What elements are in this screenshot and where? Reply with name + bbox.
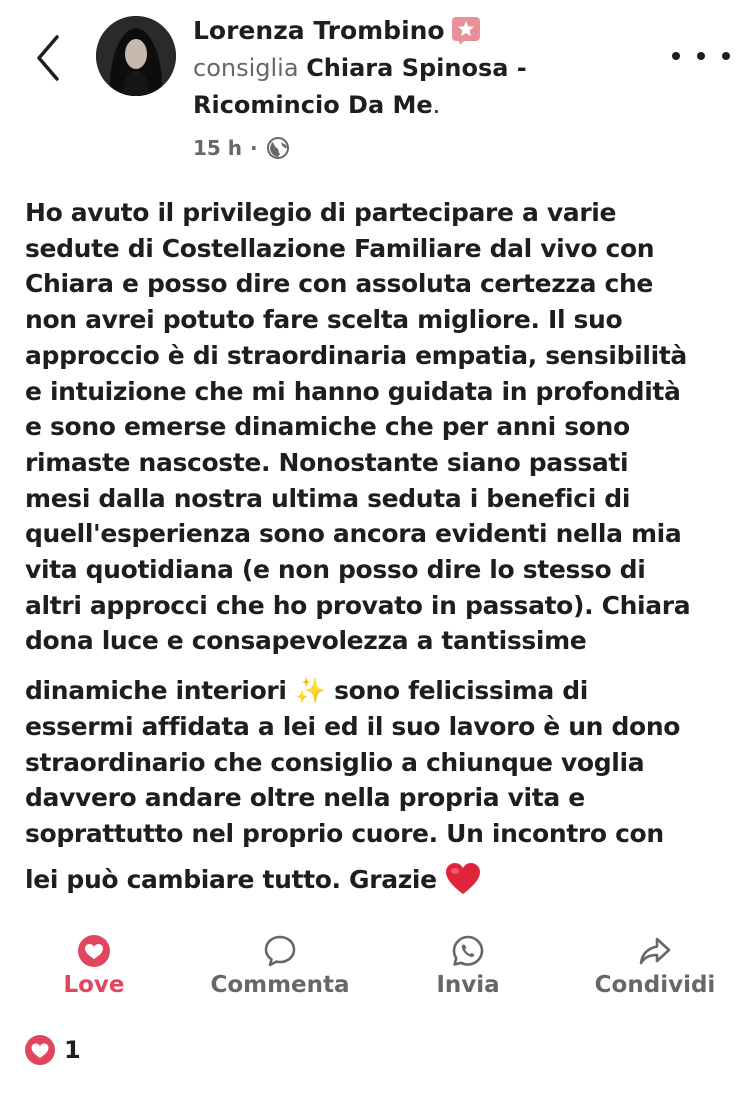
comment-button[interactable]: Commenta xyxy=(200,932,360,998)
send-label: Invia xyxy=(436,972,500,998)
share-label: Condividi xyxy=(594,972,716,998)
page-name-suffix: . xyxy=(432,91,441,119)
recommendation-line-2: Ricomincio Da Me. xyxy=(193,87,653,124)
globe-icon xyxy=(266,137,289,159)
back-button[interactable] xyxy=(28,30,68,86)
recommendation-line: consiglia Chiara Spinosa - xyxy=(193,50,653,87)
more-dots-icon xyxy=(672,52,680,60)
love-reaction-icon xyxy=(25,1035,55,1065)
comment-label: Commenta xyxy=(210,972,350,998)
more-dot xyxy=(697,52,705,60)
post-text-part1: Ho avuto il privilegio di partecipare a … xyxy=(25,198,691,656)
meta-separator: · xyxy=(250,136,258,160)
share-button[interactable]: Condividi xyxy=(582,932,728,998)
heart-icon xyxy=(78,935,110,967)
author-name[interactable]: Lorenza Trombino xyxy=(193,12,445,50)
post-text-part4: lei può cambiare tutto. Grazie xyxy=(25,864,446,894)
reaction-count: 1 xyxy=(64,1036,81,1064)
page-name-line1[interactable]: Chiara Spinosa - xyxy=(306,54,527,82)
reactions-summary[interactable]: 1 xyxy=(24,1034,81,1066)
more-options-button[interactable] xyxy=(672,40,730,72)
post-text: Ho avuto il privilegio di partecipare a … xyxy=(25,195,730,897)
comment-bubble-icon xyxy=(264,935,296,967)
more-dot xyxy=(722,52,730,60)
chevron-left-icon xyxy=(37,35,59,81)
sparkles-icon: ✨ xyxy=(294,676,326,706)
send-button[interactable]: Invia xyxy=(420,932,516,998)
page-name-line2[interactable]: Ricomincio Da Me xyxy=(193,91,433,119)
action-bar: Love Commenta Invia Condividi xyxy=(0,932,750,1012)
red-heart-emoji-icon xyxy=(446,862,481,894)
whatsapp-icon xyxy=(452,935,484,966)
avatar[interactable] xyxy=(96,16,176,96)
recommends-verb: consiglia xyxy=(193,54,299,82)
love-label: Love xyxy=(63,972,125,998)
post-meta: 15 h · xyxy=(193,131,290,165)
love-button[interactable]: Love xyxy=(46,932,142,998)
avatar-image xyxy=(96,16,176,96)
share-arrow-icon xyxy=(639,937,671,965)
star-badge-icon xyxy=(451,16,481,46)
timestamp[interactable]: 15 h xyxy=(193,136,242,160)
post-header: Lorenza Trombino consiglia Chiara Spinos… xyxy=(193,12,653,124)
post-text-part2: dinamiche interiori xyxy=(25,676,287,706)
author-line: Lorenza Trombino xyxy=(193,12,653,50)
